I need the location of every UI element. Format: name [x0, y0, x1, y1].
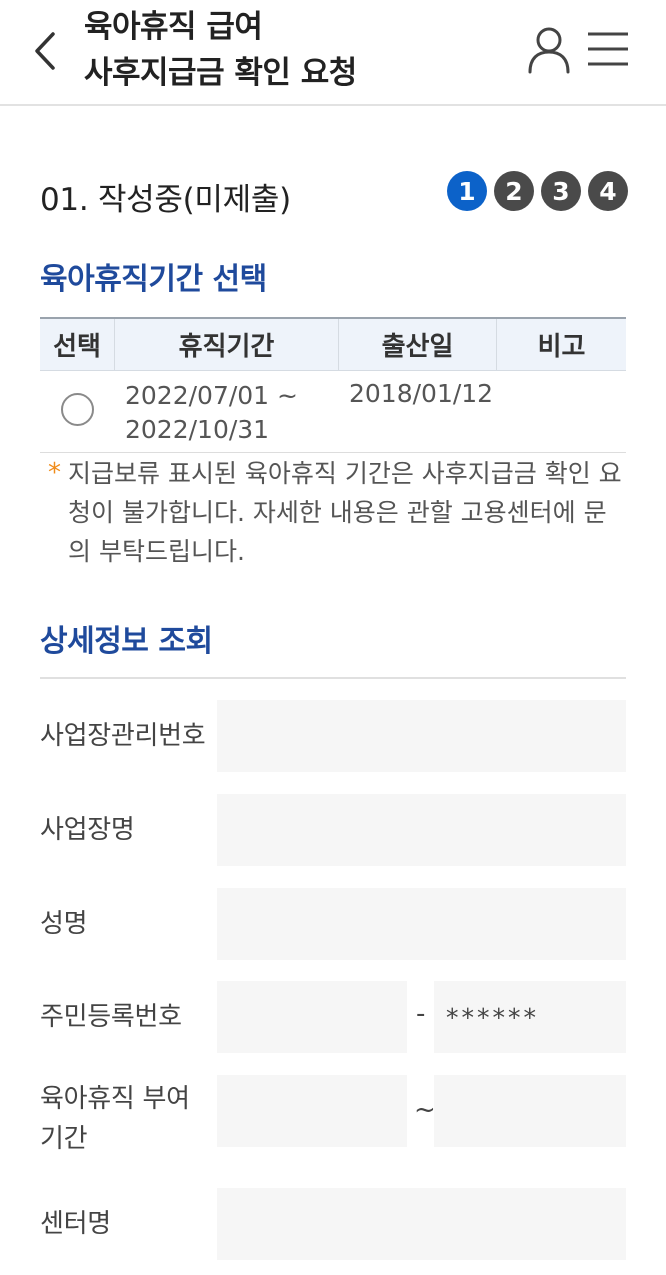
- business-name-row: 사업장명: [40, 794, 626, 866]
- note-cell: [497, 371, 626, 452]
- table-row[interactable]: 2022/07/01 ~ 2022/10/31 2018/01/12: [40, 371, 626, 453]
- table-header: 선택 휴직기간 출산일 비고: [40, 317, 626, 371]
- center-row: 센터명: [40, 1188, 626, 1260]
- back-button[interactable]: [28, 28, 62, 74]
- resident-no-separator: -: [416, 999, 426, 1029]
- step-indicator-row: 01. 작성중(미제출) 1 2 3 4: [40, 168, 630, 224]
- step-title: 01. 작성중(미제출): [40, 182, 291, 218]
- menu-button[interactable]: [586, 28, 630, 72]
- column-header-note: 비고: [537, 332, 586, 362]
- resident-no-back-field[interactable]: ******: [434, 981, 626, 1053]
- notice-star-mark: *: [48, 458, 61, 488]
- name-label: 성명: [40, 909, 88, 939]
- center-label: 센터명: [40, 1209, 111, 1239]
- center-field[interactable]: [217, 1188, 626, 1260]
- resident-no-back-value: ******: [446, 1002, 539, 1032]
- leave-period-row: 육아휴직 부여 기간 ~: [40, 1075, 626, 1167]
- app-header: 육아휴직 급여 사후지급금 확인 요청: [0, 0, 666, 106]
- column-header-select: 선택: [40, 319, 115, 370]
- user-button[interactable]: [526, 26, 572, 74]
- period-cell: 2022/07/01 ~ 2022/10/31: [115, 371, 339, 452]
- page-title-line2: 사후지급금 확인 요청: [84, 55, 357, 91]
- notice-text-block: * 지급보류 표시된 육아휴직 기간은 사후지급금 확인 요청이 불가합니다. …: [48, 454, 626, 571]
- period-start: 2022/07/01 ~: [125, 381, 298, 410]
- name-row: 성명: [40, 888, 626, 960]
- select-cell: [40, 371, 115, 452]
- business-no-label: 사업장관리번호: [40, 721, 206, 751]
- resident-no-row: 주민등록번호 - ******: [40, 981, 626, 1053]
- leave-period-label-line2: 기간: [40, 1124, 88, 1154]
- resident-no-front-field[interactable]: [217, 981, 407, 1053]
- resident-no-label: 주민등록번호: [40, 1002, 182, 1032]
- step-2: 2: [494, 171, 534, 211]
- business-name-label: 사업장명: [40, 815, 135, 845]
- step-4: 4: [588, 171, 628, 211]
- step-1: 1: [447, 171, 487, 211]
- business-no-row: 사업장관리번호: [40, 700, 626, 772]
- detail-section-title: 상세정보 조회: [40, 624, 213, 659]
- page-title-line1: 육아휴직 급여: [84, 9, 263, 45]
- business-name-field[interactable]: [217, 794, 626, 866]
- column-header-birth-date: 출산일: [339, 319, 497, 370]
- leave-end-field[interactable]: [434, 1075, 626, 1147]
- leave-period-separator: ~: [414, 1095, 436, 1125]
- business-no-field[interactable]: [217, 700, 626, 772]
- name-field[interactable]: [217, 888, 626, 960]
- page-title: 육아휴직 급여 사후지급금 확인 요청: [84, 4, 357, 96]
- hamburger-menu-icon: [588, 32, 628, 66]
- notice-text: 지급보류 표시된 육아휴직 기간은 사후지급금 확인 요청이 불가합니다. 자세…: [68, 459, 622, 566]
- column-header-period: 휴직기간: [115, 319, 339, 370]
- birth-date-cell: 2018/01/12: [349, 379, 494, 408]
- period-radio[interactable]: [61, 393, 94, 426]
- leave-period-label-line1: 육아휴직 부여: [40, 1084, 190, 1114]
- section-divider: [40, 677, 626, 679]
- step-3: 3: [541, 171, 581, 211]
- chevron-left-icon: [35, 32, 55, 70]
- period-table: 선택 휴직기간 출산일 비고 2022/07/01 ~ 2022/10/31 2…: [40, 317, 626, 453]
- user-icon: [528, 27, 570, 74]
- step-indicator: 1 2 3 4: [447, 171, 628, 211]
- leave-start-field[interactable]: [217, 1075, 407, 1147]
- leave-period-label: 육아휴직 부여 기간: [40, 1079, 190, 1159]
- period-end: 2022/10/31: [125, 415, 270, 444]
- period-section-title: 육아휴직기간 선택: [40, 262, 267, 297]
